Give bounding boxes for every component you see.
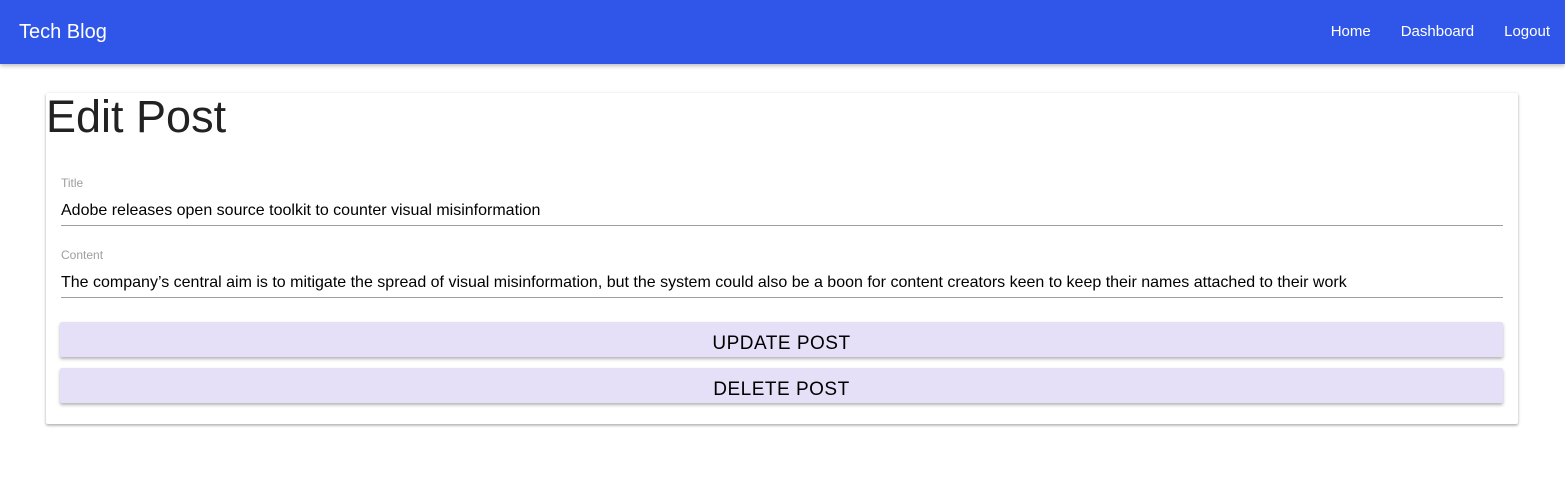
nav-link-home[interactable]: Home bbox=[1316, 0, 1386, 64]
edit-post-card: Edit Post Title Content UPDATE POST DELE… bbox=[46, 93, 1518, 424]
nav-link-dashboard[interactable]: Dashboard bbox=[1386, 0, 1489, 64]
title-field-group: Title bbox=[61, 176, 1503, 238]
page-title: Edit Post bbox=[46, 91, 227, 142]
nav-link-logout[interactable]: Logout bbox=[1489, 0, 1565, 64]
brand-logo-link[interactable]: Tech Blog bbox=[19, 19, 107, 45]
top-navbar: Tech Blog Home Dashboard Logout bbox=[0, 0, 1565, 64]
content-input[interactable] bbox=[61, 268, 1503, 298]
title-input[interactable] bbox=[61, 196, 1503, 226]
content-field-label: Content bbox=[61, 248, 104, 262]
nav-links: Home Dashboard Logout bbox=[1316, 0, 1565, 64]
title-field-label: Title bbox=[61, 176, 84, 190]
content-field-group: Content bbox=[61, 248, 1503, 310]
update-post-button[interactable]: UPDATE POST bbox=[60, 322, 1503, 357]
delete-post-button[interactable]: DELETE POST bbox=[60, 368, 1503, 403]
